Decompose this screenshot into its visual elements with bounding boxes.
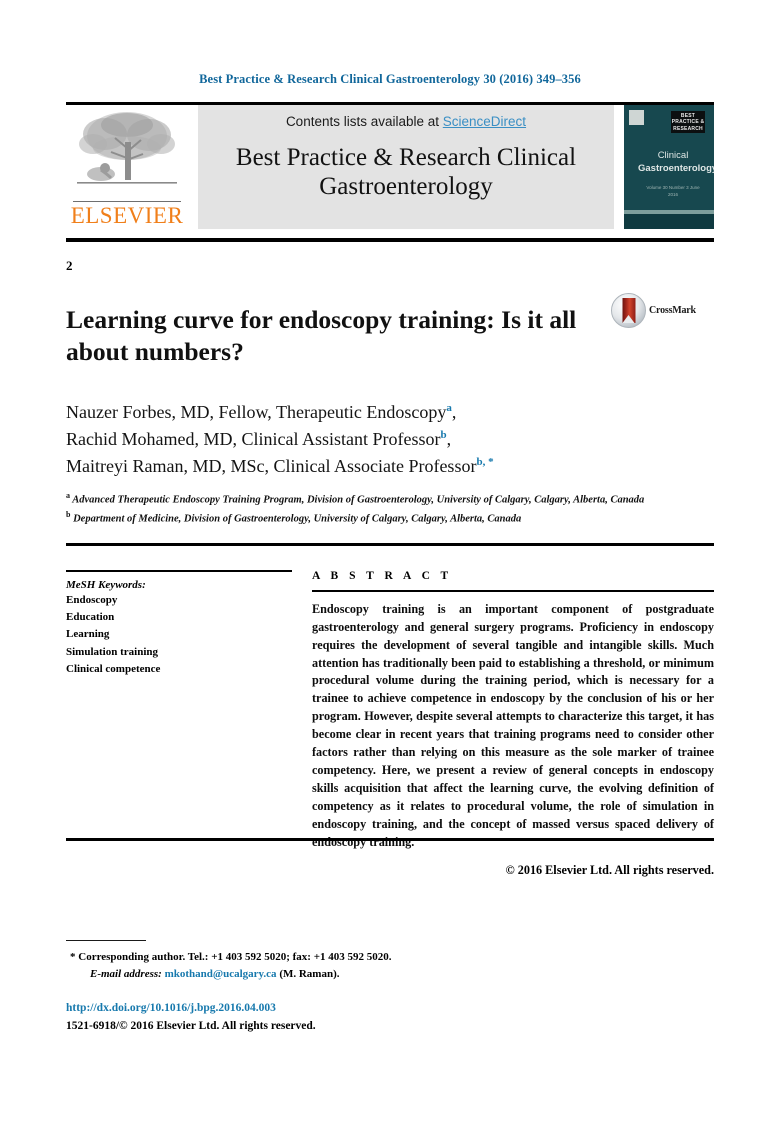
keyword-item: Endoscopy <box>66 593 118 606</box>
affiliation-mark: b <box>66 509 71 519</box>
crossmark-bookmark-shape <box>622 298 635 323</box>
email-link[interactable]: mkothand@ucalgary.ca <box>165 968 277 980</box>
journal-title: Best Practice & Research Clinical Gastro… <box>235 144 577 200</box>
cover-corner-mark <box>629 110 644 125</box>
cover-footer-band <box>624 214 714 229</box>
abstract-block-bottom-rule <box>66 838 714 841</box>
elsevier-tree-icon <box>71 108 183 200</box>
author-name: Nauzer Forbes, MD, Fellow, Therapeutic E… <box>66 402 447 423</box>
elsevier-wordmark: ELSEVIER <box>70 203 184 228</box>
page-title: Learning curve for endoscopy training: I… <box>66 305 577 367</box>
keyword-item: Education <box>66 611 115 624</box>
author-entry: Maitreyi Raman, MD, MSc, Clinical Associ… <box>66 453 714 480</box>
keywords-rule <box>66 570 292 572</box>
author-affiliation-mark[interactable]: b, * <box>476 456 493 468</box>
article-number: 2 <box>66 258 73 273</box>
crossmark-icon <box>611 293 646 328</box>
journal-banner: Contents lists available at ScienceDirec… <box>198 105 614 229</box>
abstract-section: MeSH Keywords: Endoscopy Education Learn… <box>66 570 714 878</box>
author-separator: , <box>446 429 452 450</box>
journal-masthead: ELSEVIER Contents lists available at Sci… <box>66 105 714 229</box>
affiliation-entry: a Advanced Therapeutic Endoscopy Trainin… <box>66 490 714 508</box>
contents-lists-line: Contents lists available at ScienceDirec… <box>286 114 526 129</box>
keyword-item: Simulation training <box>66 645 158 658</box>
cover-badge: BEST PRACTICE & RESEARCH <box>671 111 705 133</box>
affiliation-text: Department of Medicine, Division of Gast… <box>73 513 522 525</box>
page-footer: * Corresponding author. Tel.: +1 403 592… <box>66 940 714 1035</box>
crossmark-badge[interactable]: CrossMark <box>611 287 696 328</box>
doi-link[interactable]: http://dx.doi.org/10.1016/j.bpg.2016.04.… <box>66 1000 714 1017</box>
author-name: Maitreyi Raman, MD, MSc, Clinical Associ… <box>66 455 477 476</box>
affiliation-mark: a <box>66 491 70 501</box>
abstract-column: A B S T R A C T Endoscopy training is an… <box>312 570 714 878</box>
title-row: Learning curve for endoscopy training: I… <box>66 287 714 385</box>
keywords-column: MeSH Keywords: Endoscopy Education Learn… <box>66 570 312 878</box>
abstract-copyright: © 2016 Elsevier Ltd. All rights reserved… <box>505 862 714 877</box>
author-separator: , <box>451 402 457 423</box>
email-suffix: (M. Raman). <box>279 968 340 981</box>
affiliation-list: a Advanced Therapeutic Endoscopy Trainin… <box>66 490 714 527</box>
keyword-item: Clinical competence <box>66 663 161 676</box>
article-first-page: Best Practice & Research Clinical Gastro… <box>0 0 780 1134</box>
abstract-body: Endoscopy training is an important compo… <box>312 601 714 849</box>
abstract-block-top-rule <box>66 543 714 547</box>
author-entry: Rachid Mohamed, MD, Clinical Assistant P… <box>66 426 714 453</box>
keyword-item: Learning <box>66 628 110 641</box>
abstract-rule <box>312 590 714 592</box>
elsevier-logo-rule <box>73 200 181 202</box>
journal-cover-thumbnail[interactable]: PRACTICE & RESEARCH BEST PRACTICE & RESE… <box>624 105 714 229</box>
footnote-rule <box>66 940 146 942</box>
elsevier-logo[interactable]: ELSEVIER <box>66 105 188 229</box>
masthead-bottom-rule <box>66 238 714 242</box>
affiliation-text: Advanced Therapeutic Endoscopy Training … <box>72 494 645 506</box>
abstract-heading: A B S T R A C T <box>312 570 453 583</box>
email-note: E-mail address: mkothand@ucalgary.ca (M.… <box>66 966 714 983</box>
cover-title-line1: Clinical <box>657 150 689 161</box>
running-head: Best Practice & Research Clinical Gastro… <box>199 72 581 86</box>
cover-subtitle: Volume 30 Number 3 June 2016 <box>646 185 700 197</box>
author-list: Nauzer Forbes, MD, Fellow, Therapeutic E… <box>66 399 714 479</box>
corresponding-author-note: * Corresponding author. Tel.: +1 403 592… <box>70 951 392 964</box>
contents-lists-prefix: Contents lists available at <box>285 114 443 129</box>
author-name: Rachid Mohamed, MD, Clinical Assistant P… <box>66 429 441 450</box>
cover-title-line2: Gastroenterology <box>638 162 714 174</box>
affiliation-entry: b Department of Medicine, Division of Ga… <box>66 509 714 527</box>
keywords-heading: MeSH Keywords: <box>66 578 146 591</box>
author-entry: Nauzer Forbes, MD, Fellow, Therapeutic E… <box>66 399 714 426</box>
issn-copyright-line: 1521-6918/© 2016 Elsevier Ltd. All right… <box>66 1019 316 1032</box>
crossmark-label: CrossMark <box>649 305 696 316</box>
email-label: E-mail address: <box>90 968 162 981</box>
sciencedirect-link[interactable]: ScienceDirect <box>443 114 526 129</box>
cover-title: Clinical Gastroenterology <box>638 150 714 176</box>
